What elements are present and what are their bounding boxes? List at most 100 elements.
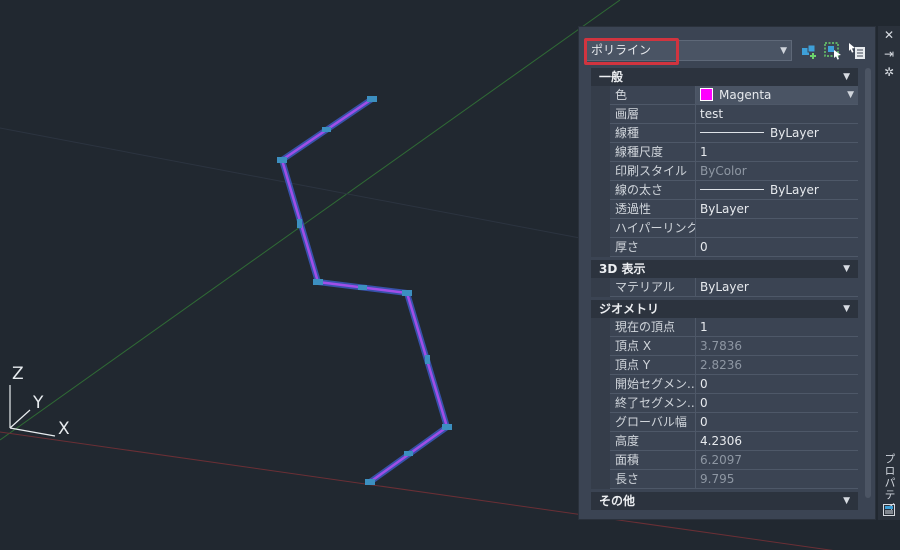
properties-palette: ポリライン ▼ 一般 ▼ 色 Magenta ▼ 画層 test 線種 ByLayer 線種尺度 1… [578, 26, 876, 520]
property-value[interactable]: ByColor [696, 162, 858, 181]
auto-hide-icon[interactable]: ⇥ [883, 48, 895, 60]
grip-vertex[interactable] [313, 279, 323, 285]
chevron-down-icon[interactable]: ▼ [843, 492, 850, 510]
chevron-down-icon[interactable]: ▼ [843, 260, 850, 278]
chevron-down-icon[interactable]: ▼ [843, 300, 850, 318]
property-value-text: ByLayer [770, 183, 819, 197]
property-value-text: 0 [700, 415, 708, 429]
property-label: 現在の頂点 [610, 318, 696, 337]
property-row: 終了セグメン... 0 [591, 394, 858, 413]
property-label: 面積 [610, 451, 696, 470]
property-label: 色 [610, 86, 696, 105]
row-gutter [591, 124, 610, 143]
property-value[interactable]: Magenta ▼ [696, 86, 858, 105]
property-value[interactable]: 2.8236 [696, 356, 858, 375]
chevron-down-icon[interactable]: ▼ [847, 86, 854, 104]
property-value[interactable]: 0 [696, 413, 858, 432]
property-value-text: 3.7836 [700, 339, 742, 353]
object-selector-row: ポリライン ▼ [579, 37, 877, 65]
row-gutter [591, 356, 610, 375]
grip-midpoint[interactable] [297, 219, 302, 228]
property-list: 一般 ▼ 色 Magenta ▼ 画層 test 線種 ByLayer 線種尺度 1 印刷スタイル By… [591, 68, 858, 510]
chevron-down-icon[interactable]: ▼ [843, 68, 850, 86]
property-label: 終了セグメン... [610, 394, 696, 413]
row-gutter [591, 219, 610, 238]
grip-midpoint[interactable] [425, 355, 430, 364]
property-value[interactable]: ByLayer [696, 278, 858, 297]
property-value[interactable]: 6.2097 [696, 451, 858, 470]
select-objects-icon[interactable] [823, 41, 843, 61]
grip-vertex[interactable] [367, 96, 377, 102]
row-gutter [591, 394, 610, 413]
ucs-z-label: Z [12, 364, 24, 384]
property-label: 長さ [610, 470, 696, 489]
property-value[interactable]: ByLayer [696, 124, 858, 143]
scrollbar[interactable] [865, 68, 871, 498]
property-value-text: ByColor [700, 164, 747, 178]
grip-vertex[interactable] [402, 290, 412, 296]
property-row: マテリアル ByLayer [591, 278, 858, 297]
property-value[interactable]: 0 [696, 394, 858, 413]
object-type-dropdown[interactable]: ポリライン ▼ [584, 38, 792, 65]
grip-vertex[interactable] [277, 157, 287, 163]
line-sample [700, 132, 764, 133]
property-row: 現在の頂点 1 [591, 318, 858, 337]
properties-icon[interactable] [883, 504, 895, 516]
property-row: 厚さ 0 [591, 238, 858, 257]
property-label: 印刷スタイル [610, 162, 696, 181]
property-value[interactable]: 1 [696, 318, 858, 337]
grip-midpoint[interactable] [358, 285, 367, 290]
grip-vertex[interactable] [365, 479, 375, 485]
grip-vertex[interactable] [442, 424, 452, 430]
object-type-label: ポリライン [591, 43, 652, 57]
section-header[interactable]: ジオメトリ ▼ [591, 300, 858, 318]
property-value[interactable]: 4.2306 [696, 432, 858, 451]
row-gutter [591, 451, 610, 470]
property-label: ハイパーリンク [610, 219, 696, 238]
row-gutter [591, 413, 610, 432]
settings-icon[interactable]: ✲ [883, 66, 895, 78]
property-value[interactable]: 1 [696, 143, 858, 162]
property-label: 線種 [610, 124, 696, 143]
property-value[interactable]: 3.7836 [696, 337, 858, 356]
property-value[interactable]: 0 [696, 238, 858, 257]
property-row: 線種 ByLayer [591, 124, 858, 143]
property-value-text: Magenta [719, 88, 772, 102]
property-value-text: 0 [700, 240, 708, 254]
row-gutter [591, 318, 610, 337]
property-value[interactable]: ByLayer [696, 200, 858, 219]
quick-select-icon[interactable] [799, 41, 819, 61]
property-row: 面積 6.2097 [591, 451, 858, 470]
property-label: 高度 [610, 432, 696, 451]
property-label: マテリアル [610, 278, 696, 297]
property-value[interactable] [696, 219, 858, 238]
row-gutter [591, 162, 610, 181]
property-value[interactable]: 9.795 [696, 470, 858, 489]
property-value-text: 1 [700, 320, 708, 334]
grip-midpoint[interactable] [322, 127, 331, 132]
property-row: 印刷スタイル ByColor [591, 162, 858, 181]
close-icon[interactable]: ✕ [883, 29, 895, 41]
section-title: ジオメトリ [599, 302, 660, 316]
polyline[interactable] [277, 96, 452, 485]
section-title: 3D 表示 [599, 262, 646, 276]
toggle-pickadd-icon[interactable] [847, 41, 867, 61]
property-value[interactable]: test [696, 105, 858, 124]
section-header[interactable]: その他 ▼ [591, 492, 858, 510]
section-header[interactable]: 一般 ▼ [591, 68, 858, 86]
grip-midpoint[interactable] [404, 451, 413, 456]
row-gutter [591, 143, 610, 162]
property-value[interactable]: ByLayer [696, 181, 858, 200]
property-row: 頂点 Y 2.8236 [591, 356, 858, 375]
color-swatch [700, 88, 713, 101]
line-sample [700, 189, 764, 190]
property-row: 線の太さ ByLayer [591, 181, 858, 200]
property-value-text: 0 [700, 377, 708, 391]
section-header[interactable]: 3D 表示 ▼ [591, 260, 858, 278]
property-value[interactable]: 0 [696, 375, 858, 394]
grid-line-green [0, 0, 621, 441]
property-value-text: 1 [700, 145, 708, 159]
row-gutter [591, 238, 610, 257]
row-gutter [591, 200, 610, 219]
property-row: 高度 4.2306 [591, 432, 858, 451]
